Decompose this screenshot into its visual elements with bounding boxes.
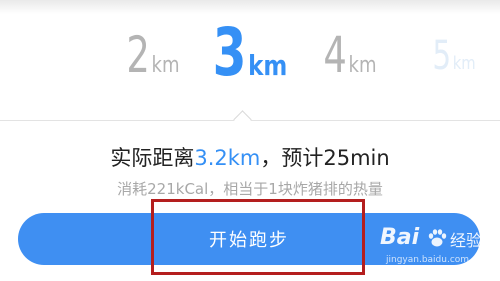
- distance-unit: km: [151, 53, 180, 78]
- distance-value: 5: [432, 33, 452, 79]
- run-setup-screen: 2 km 3 km 4 km 5 km 实际距离3.2km，预计25min 消耗221k…: [0, 0, 500, 281]
- actual-distance-value: 3.2km: [194, 146, 261, 170]
- distance-option-5km[interactable]: 5 km: [432, 33, 476, 126]
- distance-option-3km-selected[interactable]: 3 km: [209, 20, 291, 110]
- top-shadow: [0, 0, 500, 14]
- distance-value: 4: [323, 26, 347, 84]
- distance-option-2km[interactable]: 2 km: [124, 30, 181, 120]
- distance-unit: km: [452, 53, 476, 74]
- distance-unit: km: [348, 53, 377, 78]
- distance-summary: 实际距离3.2km，预计25min: [0, 142, 500, 172]
- distance-unit: km: [248, 49, 288, 82]
- summary-prefix: 实际距离: [110, 146, 195, 170]
- distance-value: 3: [212, 14, 247, 91]
- calories-info: 消耗221kCal，相当于1块炸猪排的热量: [117, 180, 383, 198]
- estimated-time: ，预计25min: [260, 146, 390, 170]
- distance-value: 2: [126, 26, 150, 84]
- start-run-button[interactable]: 开始跑步: [18, 213, 480, 265]
- distance-picker[interactable]: 2 km 3 km 4 km 5 km: [0, 18, 500, 128]
- distance-option-4km[interactable]: 4 km: [319, 30, 381, 120]
